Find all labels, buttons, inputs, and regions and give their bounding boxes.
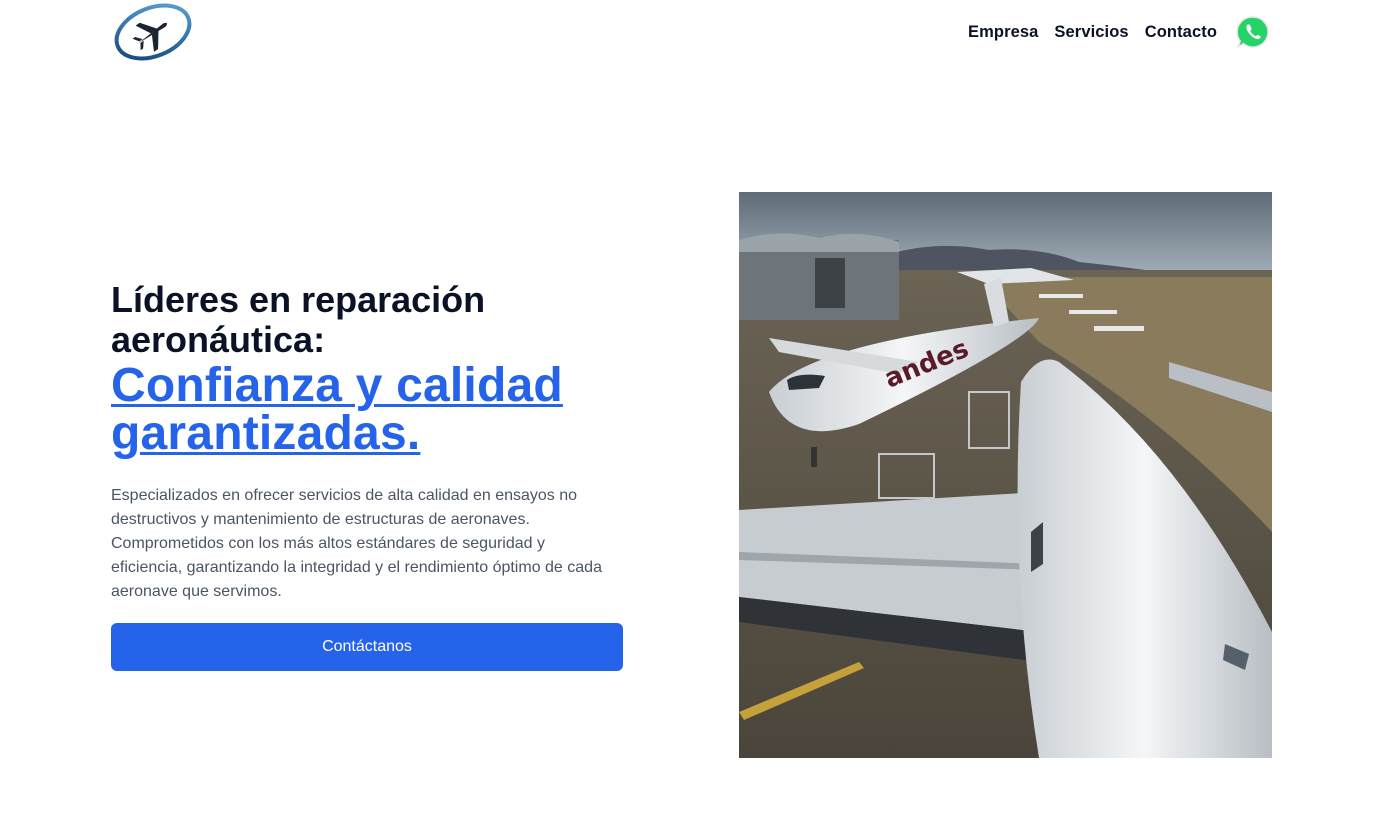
nav-link-servicios[interactable]: Servicios (1054, 23, 1128, 42)
hero-image-aircraft: andes (739, 192, 1272, 758)
main-nav: Empresa Servicios Contacto (968, 14, 1271, 50)
contact-button[interactable]: Contáctanos (111, 623, 623, 671)
nav-link-empresa[interactable]: Empresa (968, 23, 1038, 42)
airplane-logo-icon[interactable] (112, 3, 194, 61)
hero-accent-line-1: Confianza y calidad (111, 359, 563, 412)
hero-text: Líderes en reparación aeronáutica: Confi… (111, 280, 631, 620)
nav-link-contacto[interactable]: Contacto (1145, 23, 1217, 42)
site-header: Empresa Servicios Contacto (0, 0, 1384, 64)
hero-description: Especializados en ofrecer servicios de a… (111, 487, 602, 600)
hero-accent-line-2: garantizadas. (111, 407, 421, 460)
aircraft-photo: andes (739, 192, 1272, 758)
hero-accent-title: Confianza y calidad garantizadas. (111, 362, 631, 458)
hero-title-line-2: aeronáutica: (111, 319, 326, 360)
whatsapp-icon[interactable] (1235, 14, 1271, 50)
hero-title-line-1: Líderes en reparación (111, 279, 486, 320)
